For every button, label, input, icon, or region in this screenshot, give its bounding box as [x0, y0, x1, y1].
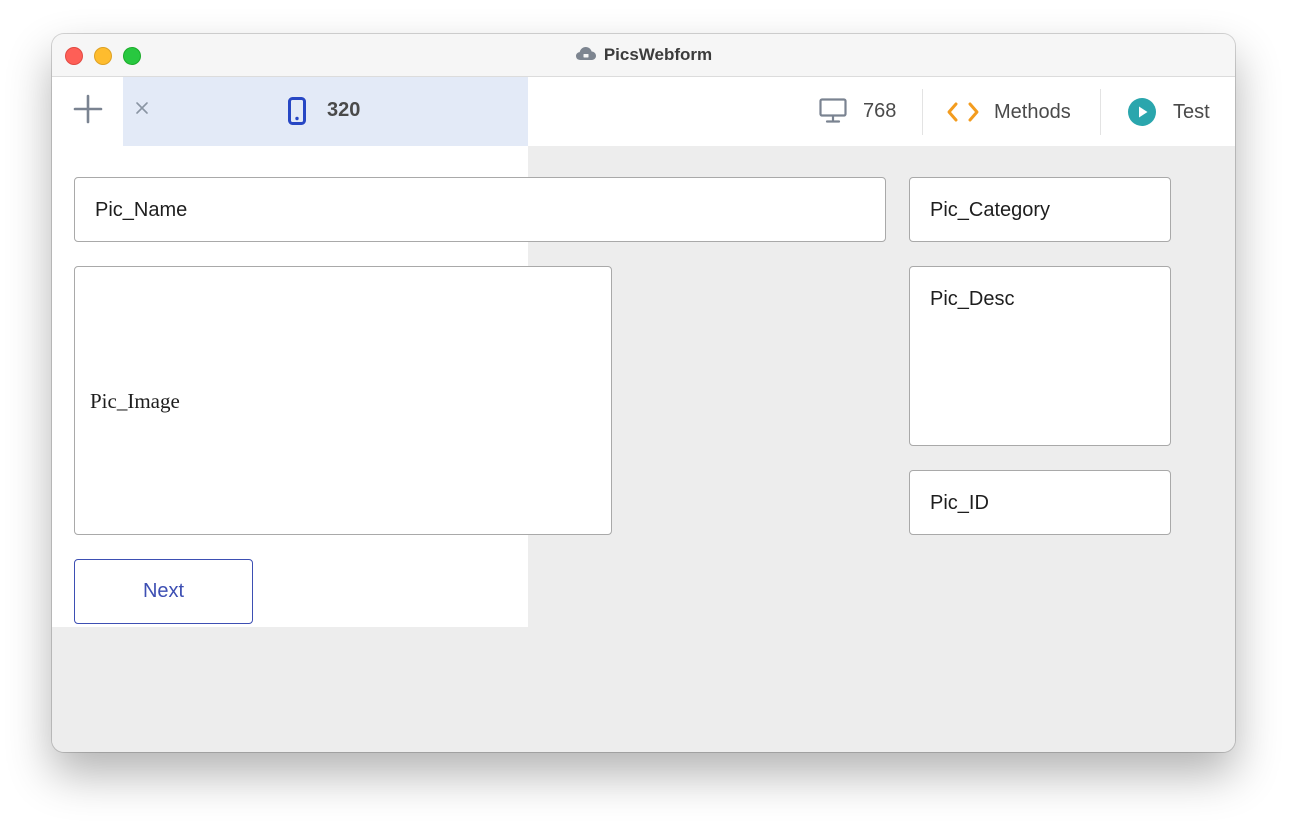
pic-name-field[interactable]: Pic_Name: [74, 177, 886, 242]
window-title: PicsWebform: [603, 45, 713, 64]
desktop-breakpoint-label[interactable]: 768: [863, 100, 896, 123]
tab-label: 320: [327, 99, 361, 121]
pic-category-field[interactable]: Pic_Category: [909, 177, 1171, 242]
desktop-monitor-icon[interactable]: [819, 98, 847, 129]
close-icon: [135, 101, 149, 120]
tab-close-button[interactable]: [131, 99, 153, 121]
play-circle-icon[interactable]: [1127, 97, 1157, 132]
tab-mobile-320[interactable]: 320: [123, 77, 528, 146]
toolbar-divider: [922, 89, 923, 135]
code-brackets-icon[interactable]: [947, 101, 979, 128]
methods-button[interactable]: Methods: [994, 101, 1071, 124]
toolbar-divider: [1100, 89, 1101, 135]
app-window: PicsWebform 320 768 Methods Test Pic_Nam…: [52, 34, 1235, 752]
window-title-container: PicsWebform: [52, 34, 1235, 76]
plus-icon: [73, 94, 103, 129]
pic-desc-field[interactable]: Pic_Desc: [909, 266, 1171, 446]
pic-image-field[interactable]: Pic_Image: [74, 266, 612, 535]
cloud-icon: [575, 45, 604, 66]
pic-name-label: Pic_Name: [95, 199, 188, 221]
pic-category-label: Pic_Category: [930, 199, 1051, 221]
pic-id-field[interactable]: Pic_ID: [909, 470, 1171, 535]
pic-id-label: Pic_ID: [930, 492, 989, 514]
pic-image-label: Pic_Image: [90, 389, 180, 413]
add-breakpoint-button[interactable]: [52, 77, 123, 146]
next-button[interactable]: Next: [74, 559, 253, 624]
mobile-phone-icon: [288, 97, 306, 130]
design-canvas: Pic_Name Pic_Image Pic_Category Pic_Desc…: [52, 146, 1235, 752]
toolbar: 320 768 Methods Test: [52, 77, 1235, 146]
test-button[interactable]: Test: [1173, 101, 1210, 124]
title-bar: PicsWebform: [52, 34, 1235, 77]
pic-desc-label: Pic_Desc: [930, 288, 1015, 310]
